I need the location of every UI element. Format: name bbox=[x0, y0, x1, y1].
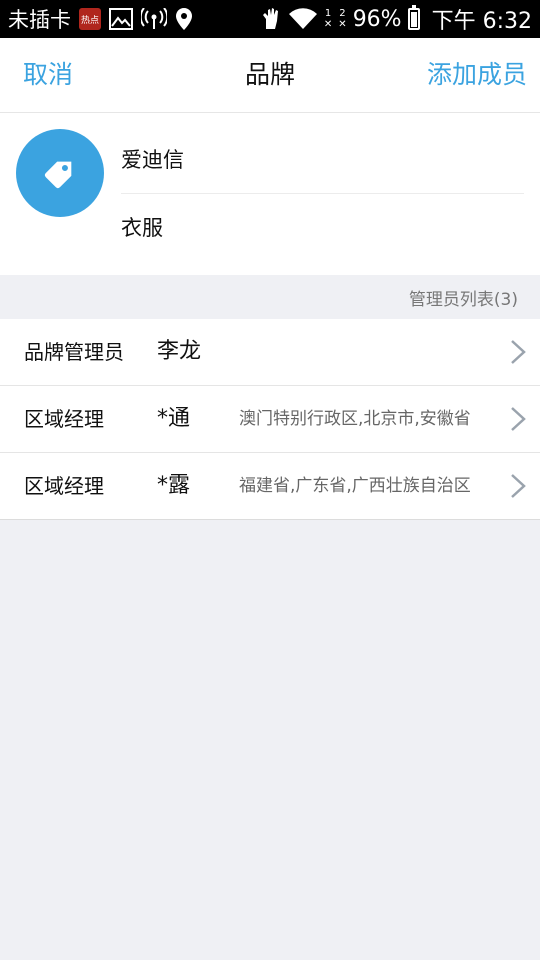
brand-category: 衣服 bbox=[121, 216, 163, 240]
admin-row-region-manager-1[interactable]: 区域经理 *通 澳门特别行政区,北京市,安徽省 bbox=[0, 386, 540, 453]
admin-row-brand-manager[interactable]: 品牌管理员 李龙 bbox=[0, 319, 540, 386]
row-name: 李龙 bbox=[157, 339, 202, 364]
row-role: 区域经理 bbox=[24, 407, 104, 431]
status-bar: 未插卡 热点 1 ✕ 2 ✕ 96% 下午 6:32 bbox=[0, 0, 540, 38]
row-regions bbox=[239, 319, 489, 385]
add-member-button[interactable]: 添加成员 bbox=[427, 38, 527, 112]
row-role: 品牌管理员 bbox=[24, 340, 124, 364]
admin-list: 品牌管理员 李龙 区域经理 *通 澳门特别行政区,北京市,安徽省 区域经理 *露… bbox=[0, 319, 540, 520]
app-notification-icon: 热点 bbox=[79, 8, 101, 30]
sim2-indicator: 2 ✕ bbox=[338, 8, 346, 30]
brand-name: 爱迪信 bbox=[121, 135, 524, 194]
location-icon bbox=[175, 7, 193, 31]
hotspot-icon bbox=[141, 8, 167, 30]
glove-icon bbox=[260, 7, 282, 31]
sim1-no-signal-icon: ✕ bbox=[323, 19, 333, 30]
row-regions: 澳门特别行政区,北京市,安徽省 bbox=[239, 409, 471, 429]
brand-avatar bbox=[16, 129, 104, 217]
image-icon bbox=[109, 8, 133, 30]
row-regions: 福建省,广东省,广西壮族自治区 bbox=[239, 476, 471, 496]
wifi-icon bbox=[288, 8, 318, 30]
row-name: *通 bbox=[157, 406, 191, 431]
brand-info-card: 爱迪信 衣服 bbox=[0, 113, 540, 275]
clock: 下午 6:32 bbox=[431, 9, 532, 34]
sim1-indicator: 1 ✕ bbox=[324, 8, 332, 30]
cancel-button[interactable]: 取消 bbox=[23, 38, 73, 112]
battery-percent: 96% bbox=[352, 6, 402, 32]
chevron-right-icon bbox=[511, 474, 526, 498]
sim2-no-signal-icon: ✕ bbox=[338, 19, 347, 30]
row-name: *露 bbox=[157, 473, 191, 498]
tag-icon bbox=[44, 161, 72, 189]
battery-icon bbox=[407, 5, 420, 30]
sim2-label: 2 bbox=[339, 8, 346, 19]
sim1-label: 1 bbox=[324, 8, 332, 19]
carrier-label: 未插卡 bbox=[8, 8, 71, 32]
chevron-right-icon bbox=[511, 407, 526, 431]
row-role: 区域经理 bbox=[24, 474, 104, 498]
admin-row-region-manager-2[interactable]: 区域经理 *露 福建省,广东省,广西壮族自治区 bbox=[0, 453, 540, 519]
chevron-right-icon bbox=[511, 340, 526, 364]
nav-bar: 品牌 取消 添加成员 bbox=[0, 38, 540, 113]
admin-list-header: 管理员列表(3) bbox=[408, 290, 518, 310]
